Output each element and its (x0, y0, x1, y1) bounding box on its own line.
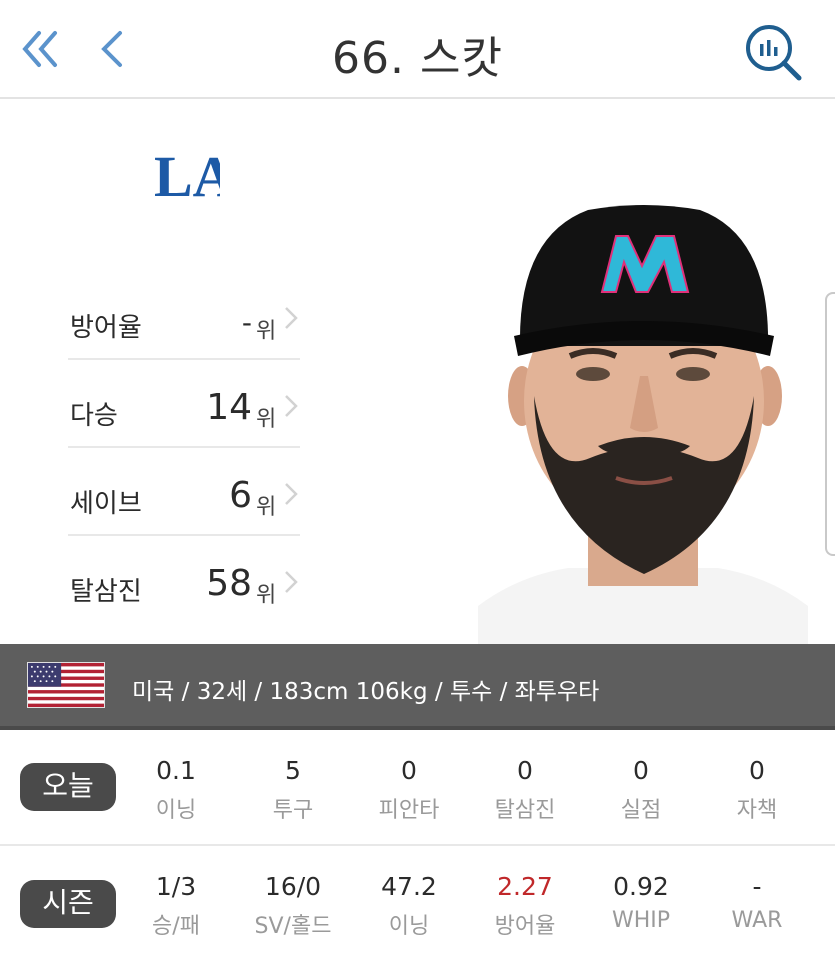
stat-label: 실점 (620, 798, 662, 823)
player-info-bar: 미국 / 32세 / 183cm 106kg / 투수 / 좌투우타 (0, 644, 835, 730)
player-photo (478, 196, 808, 644)
player-info-text: 미국 / 32세 / 183cm 106kg / 투수 / 좌투우타 (132, 679, 600, 705)
stat-cell: 2.27 방어율 (470, 846, 580, 940)
stat-value: 0.92 (613, 872, 669, 901)
stat-label: 이닝 (155, 798, 197, 823)
rank-value: - (241, 306, 252, 339)
rank-label: 세이브 (70, 489, 142, 519)
stat-label: WAR (731, 908, 783, 933)
stat-value: - (752, 872, 762, 901)
stats-search-button[interactable] (743, 22, 805, 84)
rank-label: 탈삼진 (70, 577, 142, 607)
rank-unit: 위 (256, 583, 277, 608)
stat-value: 5 (285, 756, 301, 785)
rank-value: 58 (206, 563, 252, 604)
page-title: 66. 스캇 (332, 33, 503, 84)
stat-value: 0.1 (156, 756, 196, 785)
stat-value: 1/3 (155, 872, 197, 901)
chevron-right-icon (285, 483, 298, 505)
rank-unit: 위 (256, 319, 277, 344)
player-photo-illustration (478, 205, 808, 644)
side-drawer-handle[interactable] (825, 292, 835, 556)
chart-search-icon (746, 25, 802, 81)
stat-value: 0 (401, 756, 417, 785)
rank-unit: 위 (256, 495, 277, 520)
us-flag-icon (27, 662, 105, 708)
stat-label: 자책 (736, 798, 778, 823)
chevron-right-icon (285, 571, 298, 593)
stat-cell: 0 피안타 (354, 730, 464, 824)
stat-value: 0 (633, 756, 649, 785)
rank-label: 방어율 (70, 313, 142, 343)
stat-value: 0 (517, 756, 533, 785)
season-badge[interactable]: 시즌 (20, 880, 116, 928)
stat-label: 이닝 (388, 914, 430, 939)
stat-cell: 0 탈삼진 (470, 730, 580, 824)
stat-label: 탈삼진 (494, 798, 556, 823)
stat-cell: 5 투구 (238, 730, 348, 824)
top-header: 66. 스캇 (0, 0, 835, 99)
stat-label: 투구 (272, 798, 314, 823)
rank-value: 6 (229, 475, 252, 516)
stat-value: 0 (749, 756, 765, 785)
stat-cell: 0.92 WHIP (586, 846, 696, 933)
stat-value: 47.2 (381, 872, 437, 901)
chevron-right-icon (285, 395, 298, 417)
rank-label: 다승 (70, 401, 118, 431)
rank-list: 방어율 - 위 다승 14 위 세이브 6 위 탈삼진 58 위 (68, 272, 300, 624)
chevron-right-icon (285, 307, 298, 329)
season-stats-row: 시즌 1/3 승/패 16/0 SV/홀드 47.2 이닝 2.27 방어율 0… (0, 846, 835, 957)
rank-value: 14 (206, 387, 252, 428)
stat-label: WHIP (611, 908, 671, 933)
rank-row-saves[interactable]: 세이브 6 위 (68, 448, 300, 536)
stat-cell: 16/0 SV/홀드 (238, 846, 348, 940)
stat-cell: 0 자책 (702, 730, 812, 824)
rank-unit: 위 (256, 407, 277, 432)
dodgers-la-logo: LA (154, 144, 235, 209)
stat-cell: 0.1 이닝 (121, 730, 231, 824)
rank-row-strikeouts[interactable]: 탈삼진 58 위 (68, 536, 300, 624)
stat-value-era: 2.27 (497, 872, 553, 901)
stat-cell: 0 실점 (586, 730, 696, 824)
team-logo: LA (152, 138, 235, 226)
stat-label: 방어율 (494, 914, 556, 939)
stat-cell: - WAR (702, 846, 812, 933)
today-badge[interactable]: 오늘 (20, 763, 116, 811)
rank-row-wins[interactable]: 다승 14 위 (68, 360, 300, 448)
stat-label: 승/패 (152, 914, 200, 939)
rank-row-era[interactable]: 방어율 - 위 (68, 272, 300, 360)
stat-label: SV/홀드 (254, 914, 332, 939)
stat-label: 피안타 (378, 798, 440, 823)
stat-value: 16/0 (264, 872, 322, 901)
stat-cell: 47.2 이닝 (354, 846, 464, 940)
today-stats-row: 오늘 0.1 이닝 5 투구 0 피안타 0 탈삼진 0 실점 0 자책 (0, 730, 835, 846)
team-logo-text: LA (154, 144, 220, 209)
stat-cell: 1/3 승/패 (121, 846, 231, 940)
